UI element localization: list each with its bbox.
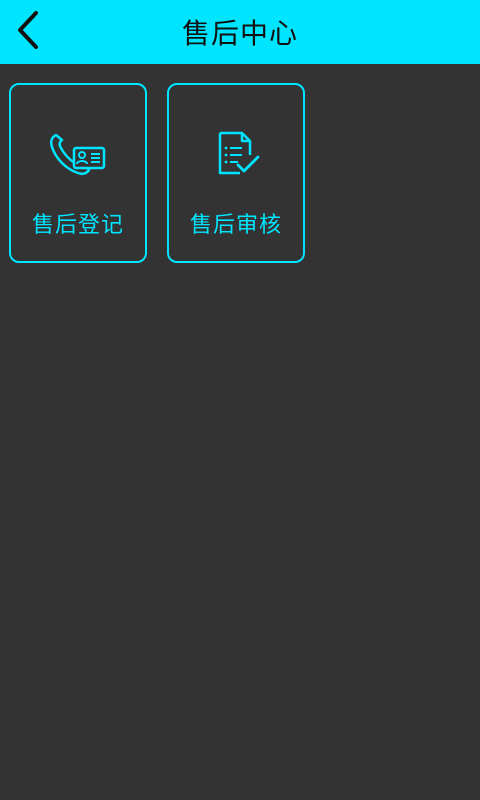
- tile-label: 售后登记: [31, 213, 124, 238]
- chevron-left-icon: [16, 10, 40, 54]
- page-title: 售后中心: [181, 17, 298, 50]
- document-check-icon: [206, 129, 266, 181]
- feature-grid: 售后登记 售后审核: [9, 83, 305, 263]
- tile-label: 售后审核: [189, 213, 282, 238]
- after-sales-registration-tile[interactable]: 售后登记: [9, 83, 147, 263]
- top-bar: 售后中心: [0, 0, 480, 64]
- phone-contact-card-icon: [48, 129, 108, 181]
- back-button[interactable]: [6, 10, 50, 54]
- after-sales-review-tile[interactable]: 售后审核: [167, 83, 305, 263]
